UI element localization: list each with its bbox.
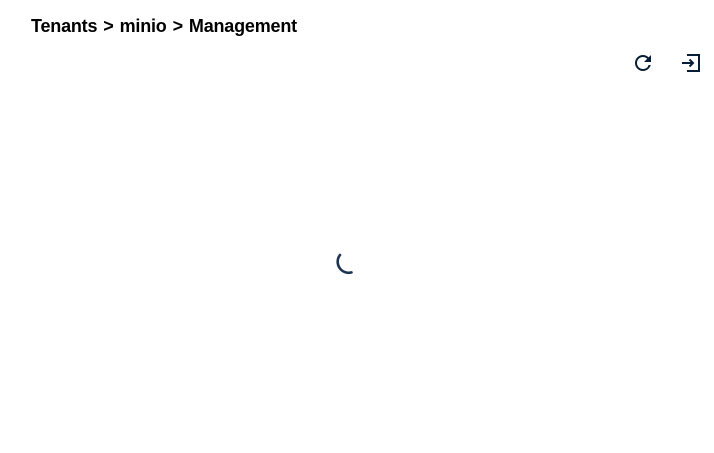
breadcrumb-separator: > xyxy=(103,16,114,36)
breadcrumb: Tenants > minio > Management xyxy=(31,16,297,37)
breadcrumb-item-management: Management xyxy=(188,16,297,36)
toolbar xyxy=(630,50,704,76)
breadcrumb-separator: > xyxy=(172,16,184,36)
breadcrumb-item-minio[interactable]: minio xyxy=(120,16,167,36)
logout-icon xyxy=(682,54,700,72)
refresh-button[interactable] xyxy=(630,50,656,76)
breadcrumb-item-tenants[interactable]: Tenants xyxy=(31,16,97,36)
logout-button[interactable] xyxy=(678,50,704,76)
refresh-icon xyxy=(635,55,651,71)
tenant-management-page: Tenants > minio > Management xyxy=(0,0,714,453)
loading-spinner xyxy=(334,245,366,277)
